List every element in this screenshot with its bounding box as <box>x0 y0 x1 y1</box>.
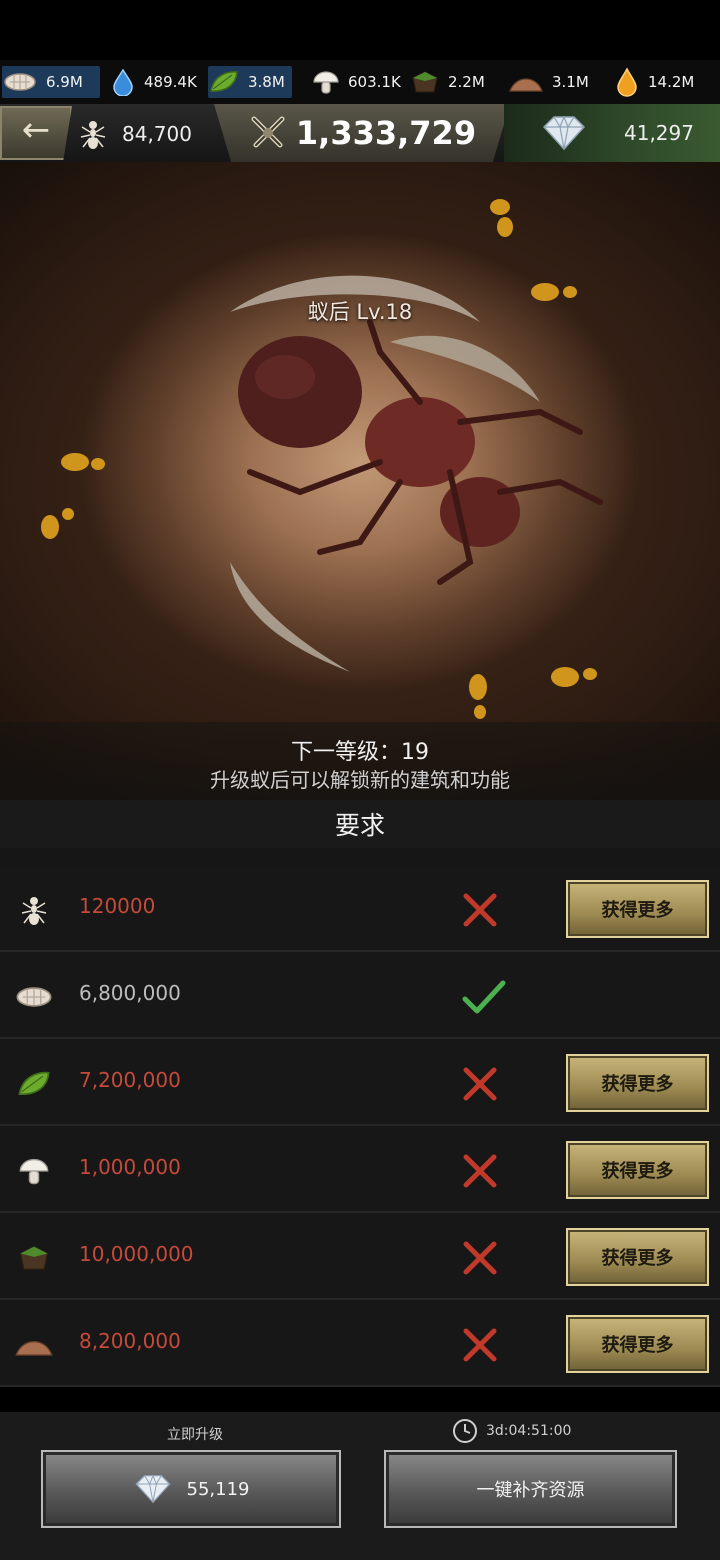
resource-mushroom[interactable]: 603.1K <box>312 66 402 98</box>
top-header: ← 84,700 1,333,729 41,297 <box>0 104 720 164</box>
resource-value: 3.1M <box>552 73 589 91</box>
resource-honey[interactable]: 14.2M <box>614 66 710 98</box>
power-value: 1,333,729 <box>295 114 477 152</box>
requirement-row-leaf: 7,200,000 获得更多 <box>0 1040 720 1126</box>
resource-value: 14.2M <box>648 73 695 91</box>
get-more-label: 获得更多 <box>601 1248 674 1269</box>
sand-icon <box>509 78 543 92</box>
worker-ant-icon <box>80 121 106 149</box>
next-level-text: 下一等级：19 <box>291 740 429 765</box>
soil-icon <box>412 71 438 93</box>
back-button[interactable]: ← <box>0 106 72 160</box>
get-more-label: 获得更多 <box>601 900 674 921</box>
power-display[interactable]: 1,333,729 <box>214 104 510 164</box>
get-more-button[interactable]: 获得更多 <box>566 1141 709 1199</box>
status-bar <box>0 0 720 60</box>
diamond-icon <box>542 115 586 151</box>
resource-water[interactable]: 489.4K <box>110 66 200 98</box>
leaf-icon <box>210 71 238 92</box>
get-more-button[interactable]: 获得更多 <box>566 1054 709 1112</box>
mushroom-icon <box>19 1158 49 1185</box>
check-icon <box>462 980 506 1014</box>
crossed-swords-icon <box>251 116 285 148</box>
soil-icon <box>19 1245 49 1271</box>
requirement-row-ants: 120000 获得更多 <box>0 866 720 952</box>
nest-illustration <box>41 199 603 719</box>
get-more-button[interactable]: 获得更多 <box>566 880 709 938</box>
mushroom-icon <box>313 71 339 94</box>
resource-value: 603.1K <box>348 73 401 91</box>
clock-icon <box>453 1419 477 1443</box>
requirements-title-bar: 要求 <box>0 800 720 848</box>
resource-sand[interactable]: 3.1M <box>508 66 598 98</box>
bottom-action-bar: 立即升级 3d:04:51:00 55,119 一键补齐资源 <box>0 1412 720 1560</box>
get-more-button[interactable]: 获得更多 <box>566 1315 709 1373</box>
diamond-display[interactable]: 41,297 <box>504 104 720 162</box>
queen-scene: 蚁后 Lv.18 下一等级：19 升级蚁后可以解锁新的建筑和功能 <box>0 162 720 802</box>
get-more-label: 获得更多 <box>601 1335 674 1356</box>
resource-soil[interactable]: 2.2M <box>410 66 496 98</box>
requirement-amount: 1,000,000 <box>79 1155 181 1179</box>
requirement-amount: 120000 <box>79 894 156 918</box>
larva-icon <box>16 987 52 1007</box>
worker-count-value: 84,700 <box>122 122 192 146</box>
back-arrow-icon: ← <box>21 110 51 150</box>
honey-drop-icon <box>617 67 637 97</box>
cross-icon <box>463 1154 497 1188</box>
diamond-icon <box>134 1474 171 1504</box>
get-more-label: 获得更多 <box>601 1161 674 1182</box>
sand-icon <box>15 1341 53 1356</box>
resource-bar: 6.9M 489.4K 3.8M 603.1K 2.2M 3.1M 14.2M <box>0 60 720 104</box>
diamond-value: 41,297 <box>624 121 694 145</box>
timer-value: 3d:04:51:00 <box>486 1423 572 1439</box>
requirement-amount: 7,200,000 <box>79 1068 181 1092</box>
worker-count: 84,700 <box>78 114 192 154</box>
water-drop-icon <box>113 68 133 96</box>
instant-upgrade-label: 立即升级 <box>167 1427 223 1443</box>
next-level-panel: 下一等级：19 升级蚁后可以解锁新的建筑和功能 <box>0 722 720 802</box>
resource-leaf[interactable]: 3.8M <box>208 66 292 98</box>
requirement-row-mushroom: 1,000,000 获得更多 <box>0 1127 720 1213</box>
resource-value: 489.4K <box>144 73 197 91</box>
ant-icon <box>21 897 47 925</box>
cross-icon <box>463 1328 497 1362</box>
get-more-label: 获得更多 <box>601 1074 674 1095</box>
resource-value: 6.9M <box>46 73 83 91</box>
unlock-description: 升级蚁后可以解锁新的建筑和功能 <box>210 768 510 792</box>
instant-upgrade-cost: 55,119 <box>186 1478 250 1500</box>
requirement-amount: 6,800,000 <box>79 981 181 1005</box>
requirements-title: 要求 <box>334 811 385 840</box>
cross-icon <box>463 893 497 927</box>
requirements-list: 120000 获得更多 6,800,000 7,200,000 获得更多 1,0… <box>0 848 720 1387</box>
instant-upgrade-button[interactable]: 55,119 <box>41 1450 341 1528</box>
cross-icon <box>463 1241 497 1275</box>
requirement-row-larva: 6,800,000 <box>0 953 720 1039</box>
requirement-row-sand: 8,200,000 获得更多 <box>0 1301 720 1387</box>
resource-value: 2.2M <box>448 73 485 91</box>
fill-resources-button[interactable]: 一键补齐资源 <box>384 1450 677 1528</box>
leaf-icon <box>18 1071 50 1095</box>
queen-level-label: 蚁后 Lv.18 <box>307 300 413 324</box>
requirement-amount: 8,200,000 <box>79 1329 181 1353</box>
upgrade-timer: 3d:04:51:00 <box>452 1418 571 1444</box>
get-more-button[interactable]: 获得更多 <box>566 1228 709 1286</box>
resource-value: 3.8M <box>248 73 285 91</box>
requirement-row-soil: 10,000,000 获得更多 <box>0 1214 720 1300</box>
requirement-amount: 10,000,000 <box>79 1242 194 1266</box>
fill-resources-label: 一键补齐资源 <box>476 1480 585 1501</box>
larva-icon <box>4 73 36 91</box>
resource-larva[interactable]: 6.9M <box>2 66 100 98</box>
cross-icon <box>463 1067 497 1101</box>
